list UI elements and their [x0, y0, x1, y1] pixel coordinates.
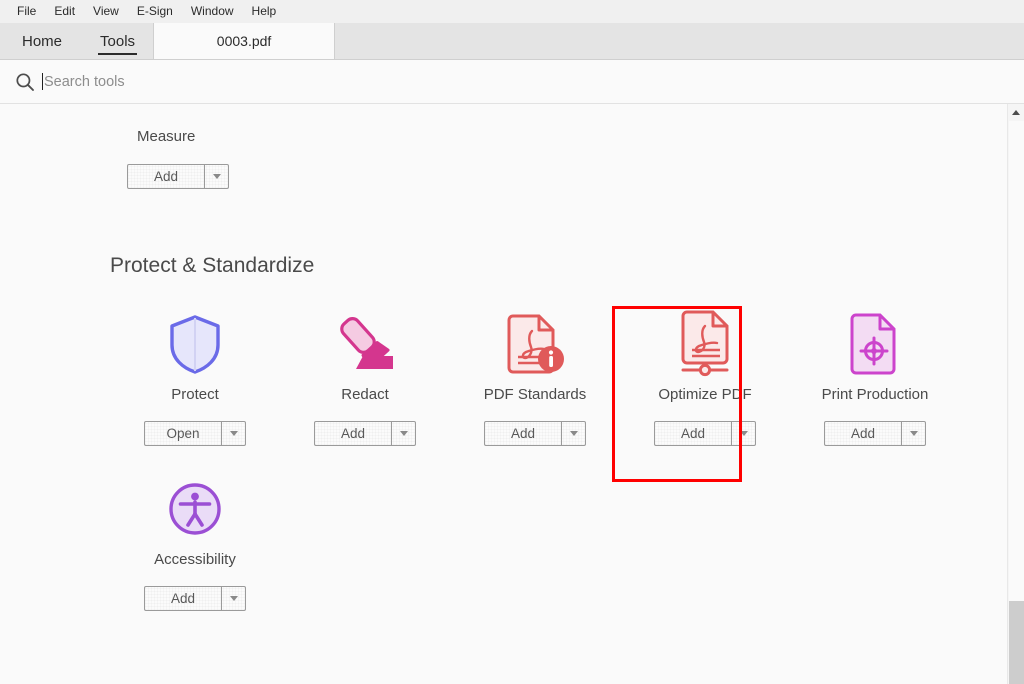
menu-window[interactable]: Window [182, 0, 243, 23]
tools-scroll-content: Measure Add Protect & Standardize Protec… [0, 104, 1007, 684]
search-icon [14, 71, 36, 93]
accessibility-icon [165, 473, 225, 545]
optimize-pdf-add-button[interactable]: Add [655, 422, 731, 445]
tool-label-print-production: Print Production [821, 386, 929, 403]
menu-view[interactable]: View [84, 0, 128, 23]
print-production-add-dropdown-button[interactable] [901, 422, 925, 445]
chevron-down-icon [909, 431, 918, 436]
tool-label-optimize-pdf: Optimize PDF [658, 386, 752, 403]
protect-open-dropdown-button[interactable] [221, 422, 245, 445]
menu-edit[interactable]: Edit [45, 0, 84, 23]
chevron-down-icon [212, 174, 221, 179]
scroll-up-arrow-glyph [1012, 110, 1020, 115]
marker-pen-icon [332, 308, 398, 380]
tool-card-optimize-pdf[interactable]: Optimize PDF Add [620, 302, 790, 467]
pdf-optimize-document-icon [674, 308, 736, 380]
tab-tools[interactable]: Tools [82, 23, 153, 59]
tool-card-pdf-standards[interactable]: PDF Standards Add [450, 302, 620, 467]
tab-strip: Home Tools 0003.pdf [0, 23, 1024, 60]
chevron-down-icon [229, 596, 238, 601]
menu-help[interactable]: Help [243, 0, 286, 23]
redact-add-dropdown-button[interactable] [391, 422, 415, 445]
measure-add-button[interactable]: Add [128, 165, 204, 188]
chevron-down-icon [569, 431, 578, 436]
print-production-add-split-button[interactable]: Add [824, 421, 926, 446]
accessibility-add-button[interactable]: Add [145, 587, 221, 610]
search-input[interactable]: Search tools [42, 71, 125, 93]
measure-add-dropdown-button[interactable] [204, 165, 228, 188]
tool-card-protect[interactable]: Protect Open [110, 302, 280, 467]
tool-label-pdf-standards: PDF Standards [483, 386, 587, 403]
tool-card-print-production[interactable]: Print Production Add [790, 302, 960, 467]
text-caret [42, 73, 43, 90]
section-title-protect-standardize: Protect & Standardize [110, 254, 315, 277]
print-production-add-button[interactable]: Add [825, 422, 901, 445]
redact-add-split-button[interactable]: Add [314, 421, 416, 446]
protect-open-split-button[interactable]: Open [144, 421, 246, 446]
search-tools-bar[interactable]: Search tools [0, 60, 1024, 104]
accessibility-add-dropdown-button[interactable] [221, 587, 245, 610]
shield-icon [167, 308, 223, 380]
protect-open-button[interactable]: Open [145, 422, 221, 445]
tab-strip-filler [335, 23, 1024, 59]
tab-home[interactable]: Home [0, 23, 82, 59]
measure-add-button-group: Add [127, 164, 229, 189]
scrollbar-track[interactable] [1009, 121, 1024, 684]
optimize-pdf-add-split-button[interactable]: Add [654, 421, 756, 446]
tool-card-accessibility[interactable]: Accessibility Add [110, 467, 280, 632]
vertical-scrollbar[interactable] [1007, 104, 1024, 684]
tool-label-accessibility: Accessibility [154, 551, 236, 568]
chevron-down-icon [739, 431, 748, 436]
menu-file[interactable]: File [8, 0, 45, 23]
scrollbar-thumb[interactable] [1009, 601, 1024, 684]
print-production-document-icon [846, 308, 904, 380]
pdf-standards-add-split-button[interactable]: Add [484, 421, 586, 446]
tool-label-redact: Redact [341, 386, 389, 403]
tool-label-measure: Measure [137, 128, 196, 145]
menu-esign[interactable]: E-Sign [128, 0, 182, 23]
menu-bar: File Edit View E-Sign Window Help [0, 0, 1024, 23]
tool-grid: Protect Open Redact Add PDF Standards Ad… [110, 302, 990, 632]
redact-add-button[interactable]: Add [315, 422, 391, 445]
tool-label-protect: Protect [171, 386, 219, 403]
pdf-info-document-icon [504, 308, 566, 380]
pdf-standards-add-button[interactable]: Add [485, 422, 561, 445]
chevron-down-icon [399, 431, 408, 436]
tools-content-area: Measure Add Protect & Standardize Protec… [0, 104, 1024, 684]
pdf-standards-add-dropdown-button[interactable] [561, 422, 585, 445]
accessibility-add-split-button[interactable]: Add [144, 586, 246, 611]
scroll-up-arrow-icon[interactable] [1008, 104, 1024, 121]
chevron-down-icon [229, 431, 238, 436]
optimize-pdf-add-dropdown-button[interactable] [731, 422, 755, 445]
measure-add-split-button[interactable]: Add [127, 164, 229, 189]
search-placeholder: Search tools [44, 73, 125, 90]
tool-card-redact[interactable]: Redact Add [280, 302, 450, 467]
tab-document-0003pdf[interactable]: 0003.pdf [153, 23, 336, 59]
